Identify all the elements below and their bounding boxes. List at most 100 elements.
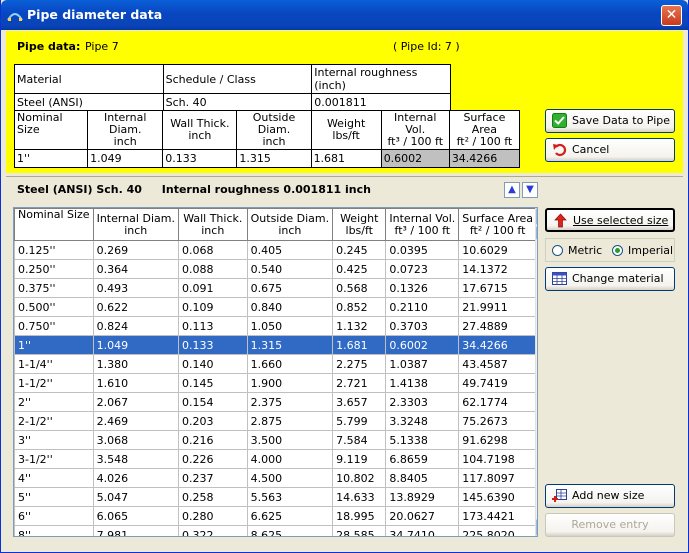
- scroll-up-button[interactable]: ▲: [536, 208, 537, 225]
- table-row[interactable]: 1-1/4'' 1.380 0.140 1.660 2.275 1.0387 43.4587: [14, 354, 537, 374]
- cell-nominal[interactable]: 5'': [14, 487, 94, 507]
- cell-volume[interactable]: 0.3703: [385, 316, 460, 336]
- cell-weight[interactable]: 10.802: [332, 468, 387, 488]
- cell-weight[interactable]: 1.132: [332, 316, 387, 336]
- cell-weight[interactable]: 2.275: [332, 354, 387, 374]
- cell-internal-diam[interactable]: 6.065: [92, 506, 179, 526]
- grid-header-outside-diam[interactable]: Outside Diam. inch: [246, 208, 334, 241]
- cell-weight[interactable]: 1.681: [332, 335, 387, 355]
- cell-outside-diam[interactable]: 1.315: [246, 335, 334, 355]
- cell-weight[interactable]: 7.584: [332, 430, 387, 450]
- cell-wall[interactable]: 0.154: [177, 392, 248, 412]
- cell-volume[interactable]: 8.8405: [385, 468, 460, 488]
- cell-surface[interactable]: 173.4421: [458, 506, 537, 526]
- cell-internal-diam[interactable]: 0.269: [92, 240, 179, 260]
- size-weight-value[interactable]: 1.681: [310, 149, 382, 168]
- cell-weight[interactable]: 0.852: [332, 297, 387, 317]
- close-button[interactable]: ✕: [661, 5, 682, 26]
- cell-internal-diam[interactable]: 2.469: [92, 411, 179, 431]
- schedule-value[interactable]: Sch. 40: [162, 93, 313, 112]
- cell-outside-diam[interactable]: 0.405: [246, 240, 334, 260]
- table-row[interactable]: 0.125'' 0.269 0.068 0.405 0.245 0.0395 10.6029: [14, 240, 537, 260]
- cell-weight[interactable]: 14.633: [332, 487, 387, 507]
- cell-outside-diam[interactable]: 1.660: [246, 354, 334, 374]
- cell-wall[interactable]: 0.322: [177, 525, 248, 536]
- cell-surface[interactable]: 43.4587: [458, 354, 537, 374]
- cell-wall[interactable]: 0.091: [177, 278, 248, 298]
- cell-internal-diam[interactable]: 7.981: [92, 525, 179, 536]
- table-row[interactable]: 1-1/2'' 1.610 0.145 1.900 2.721 1.4138 49.7419: [14, 373, 537, 393]
- table-row[interactable]: 3-1/2'' 3.548 0.226 4.000 9.119 6.8659 104.719…: [14, 449, 537, 469]
- table-row[interactable]: 0.375'' 0.493 0.091 0.675 0.568 0.1326 17.6715: [14, 278, 537, 298]
- cell-volume[interactable]: 0.6002: [385, 335, 460, 355]
- grid-header-volume[interactable]: Internal Vol. ft³ / 100 ft: [385, 208, 460, 241]
- cell-volume[interactable]: 1.0387: [385, 354, 460, 374]
- cell-internal-diam[interactable]: 5.047: [92, 487, 179, 507]
- cell-internal-diam[interactable]: 0.493: [92, 278, 179, 298]
- cell-weight[interactable]: 0.568: [332, 278, 387, 298]
- table-row[interactable]: 5'' 5.047 0.258 5.563 14.633 13.8929 145.6390: [14, 487, 537, 507]
- cell-outside-diam[interactable]: 2.375: [246, 392, 334, 412]
- cell-nominal[interactable]: 2-1/2'': [14, 411, 94, 431]
- cell-internal-diam[interactable]: 1.049: [92, 335, 179, 355]
- imperial-label[interactable]: Imperial: [628, 244, 673, 257]
- table-row[interactable]: 0.500'' 0.622 0.109 0.840 0.852 0.2110 21.9911: [14, 297, 537, 317]
- table-row[interactable]: 0.750'' 0.824 0.113 1.050 1.132 0.3703 27.4889: [14, 316, 537, 336]
- cell-wall[interactable]: 0.088: [177, 259, 248, 279]
- cell-weight[interactable]: 5.799: [332, 411, 387, 431]
- cell-wall[interactable]: 0.068: [177, 240, 248, 260]
- cell-weight[interactable]: 28.585: [332, 525, 387, 536]
- cell-wall[interactable]: 0.237: [177, 468, 248, 488]
- grid-header-nominal[interactable]: Nominal Size: [14, 208, 94, 241]
- cell-weight[interactable]: 3.657: [332, 392, 387, 412]
- cell-nominal[interactable]: 8'': [14, 525, 94, 536]
- cell-surface[interactable]: 104.7198: [458, 449, 537, 469]
- cell-wall[interactable]: 0.226: [177, 449, 248, 469]
- cell-outside-diam[interactable]: 4.500: [246, 468, 334, 488]
- cell-internal-diam[interactable]: 0.622: [92, 297, 179, 317]
- cell-internal-diam[interactable]: 1.380: [92, 354, 179, 374]
- cell-outside-diam[interactable]: 4.000: [246, 449, 334, 469]
- change-material-button[interactable]: Change material: [545, 267, 675, 291]
- cell-surface[interactable]: 75.2673: [458, 411, 537, 431]
- cell-weight[interactable]: 9.119: [332, 449, 387, 469]
- cell-surface[interactable]: 34.4266: [458, 335, 537, 355]
- cell-volume[interactable]: 0.2110: [385, 297, 460, 317]
- cell-volume[interactable]: 3.3248: [385, 411, 460, 431]
- cell-outside-diam[interactable]: 8.625: [246, 525, 334, 536]
- cell-wall[interactable]: 0.203: [177, 411, 248, 431]
- size-wall-value[interactable]: 0.133: [162, 149, 238, 168]
- cell-surface[interactable]: 145.6390: [458, 487, 537, 507]
- cell-outside-diam[interactable]: 0.840: [246, 297, 334, 317]
- cell-nominal[interactable]: 0.125'': [14, 240, 94, 260]
- grid-header-surface[interactable]: Surface Area ft² / 100 ft: [458, 208, 537, 241]
- cell-volume[interactable]: 1.4138: [385, 373, 460, 393]
- cell-internal-diam[interactable]: 2.067: [92, 392, 179, 412]
- table-row[interactable]: 1'' 1.049 0.133 1.315 1.681 0.6002 34.4266: [14, 335, 537, 355]
- cell-weight[interactable]: 2.721: [332, 373, 387, 393]
- cell-internal-diam[interactable]: 4.026: [92, 468, 179, 488]
- table-row[interactable]: 2-1/2'' 2.469 0.203 2.875 5.799 3.3248 75.2673: [14, 411, 537, 431]
- cell-wall[interactable]: 0.145: [177, 373, 248, 393]
- size-nominal-value[interactable]: 1'': [13, 149, 89, 168]
- cell-volume[interactable]: 0.0723: [385, 259, 460, 279]
- cell-surface[interactable]: 10.6029: [458, 240, 537, 260]
- cell-surface[interactable]: 62.1774: [458, 392, 537, 412]
- scroll-thumb[interactable]: [536, 226, 537, 240]
- cell-nominal[interactable]: 1-1/2'': [14, 373, 94, 393]
- cell-nominal[interactable]: 3-1/2'': [14, 449, 94, 469]
- cell-nominal[interactable]: 0.750'': [14, 316, 94, 336]
- cell-wall[interactable]: 0.140: [177, 354, 248, 374]
- remove-entry-button[interactable]: Remove entry: [545, 513, 675, 537]
- cell-wall[interactable]: 0.216: [177, 430, 248, 450]
- cell-nominal[interactable]: 0.375'': [14, 278, 94, 298]
- imperial-radio[interactable]: [612, 245, 623, 256]
- table-row[interactable]: 4'' 4.026 0.237 4.500 10.802 8.8405 117.8097: [14, 468, 537, 488]
- table-row[interactable]: 0.250'' 0.364 0.088 0.540 0.425 0.0723 14.1372: [14, 259, 537, 279]
- size-internal-diam-value[interactable]: 1.049: [87, 149, 164, 168]
- scroll-down-button[interactable]: ▼: [536, 519, 537, 536]
- save-data-button[interactable]: Save Data to Pipe: [545, 109, 675, 133]
- cell-internal-diam[interactable]: 3.548: [92, 449, 179, 469]
- cell-surface[interactable]: 27.4889: [458, 316, 537, 336]
- table-row[interactable]: 3'' 3.068 0.216 3.500 7.584 5.1338 91.6298: [14, 430, 537, 450]
